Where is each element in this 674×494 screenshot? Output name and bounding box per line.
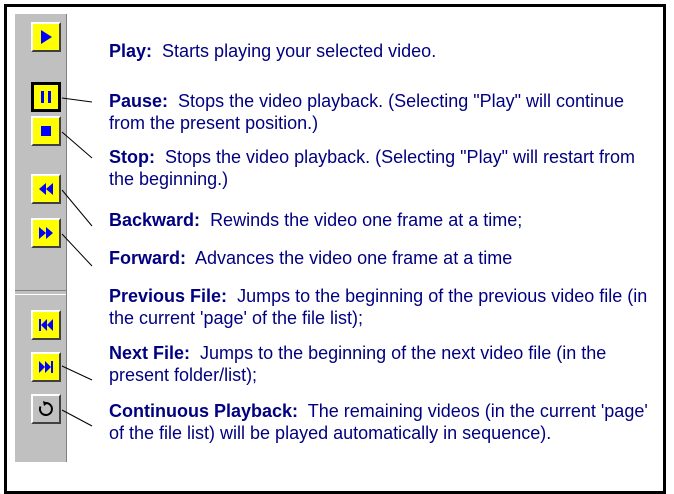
entry-title: Forward: (109, 248, 187, 268)
help-entry-play: Play: Starts playing your selected video… (109, 40, 657, 62)
entry-title: Next File: (109, 343, 191, 363)
entry-title: Stop: (109, 147, 155, 167)
help-entry-continuous-playback: Continuous Playback: The remaining video… (109, 400, 657, 444)
entry-description: Stops the video playback. (Selecting "Pl… (109, 91, 625, 133)
entry-description: Advances the video one frame at a time (195, 248, 513, 268)
entry-title: Pause: (109, 91, 169, 111)
entry-title: Previous File: (109, 286, 228, 306)
help-entry-pause: Pause: Stops the video playback. (Select… (109, 90, 657, 134)
entry-title: Backward: (109, 210, 201, 230)
entry-title: Play: (109, 41, 153, 61)
help-entry-backward: Backward: Rewinds the video one frame at… (109, 209, 657, 231)
entry-description: Stops the video playback. (Selecting "Pl… (109, 147, 635, 189)
help-entry-previous-file: Previous File: Jumps to the beginning of… (109, 285, 657, 329)
help-entry-forward: Forward: Advances the video one frame at… (109, 247, 657, 269)
entry-description: Rewinds the video one frame at a time; (210, 210, 523, 230)
entry-title: Continuous Playback: (109, 401, 299, 421)
help-entry-stop: Stop: Stops the video playback. (Selecti… (109, 146, 657, 190)
help-entry-next-file: Next File: Jumps to the beginning of the… (109, 342, 657, 386)
entry-description: Starts playing your selected video. (162, 41, 437, 61)
